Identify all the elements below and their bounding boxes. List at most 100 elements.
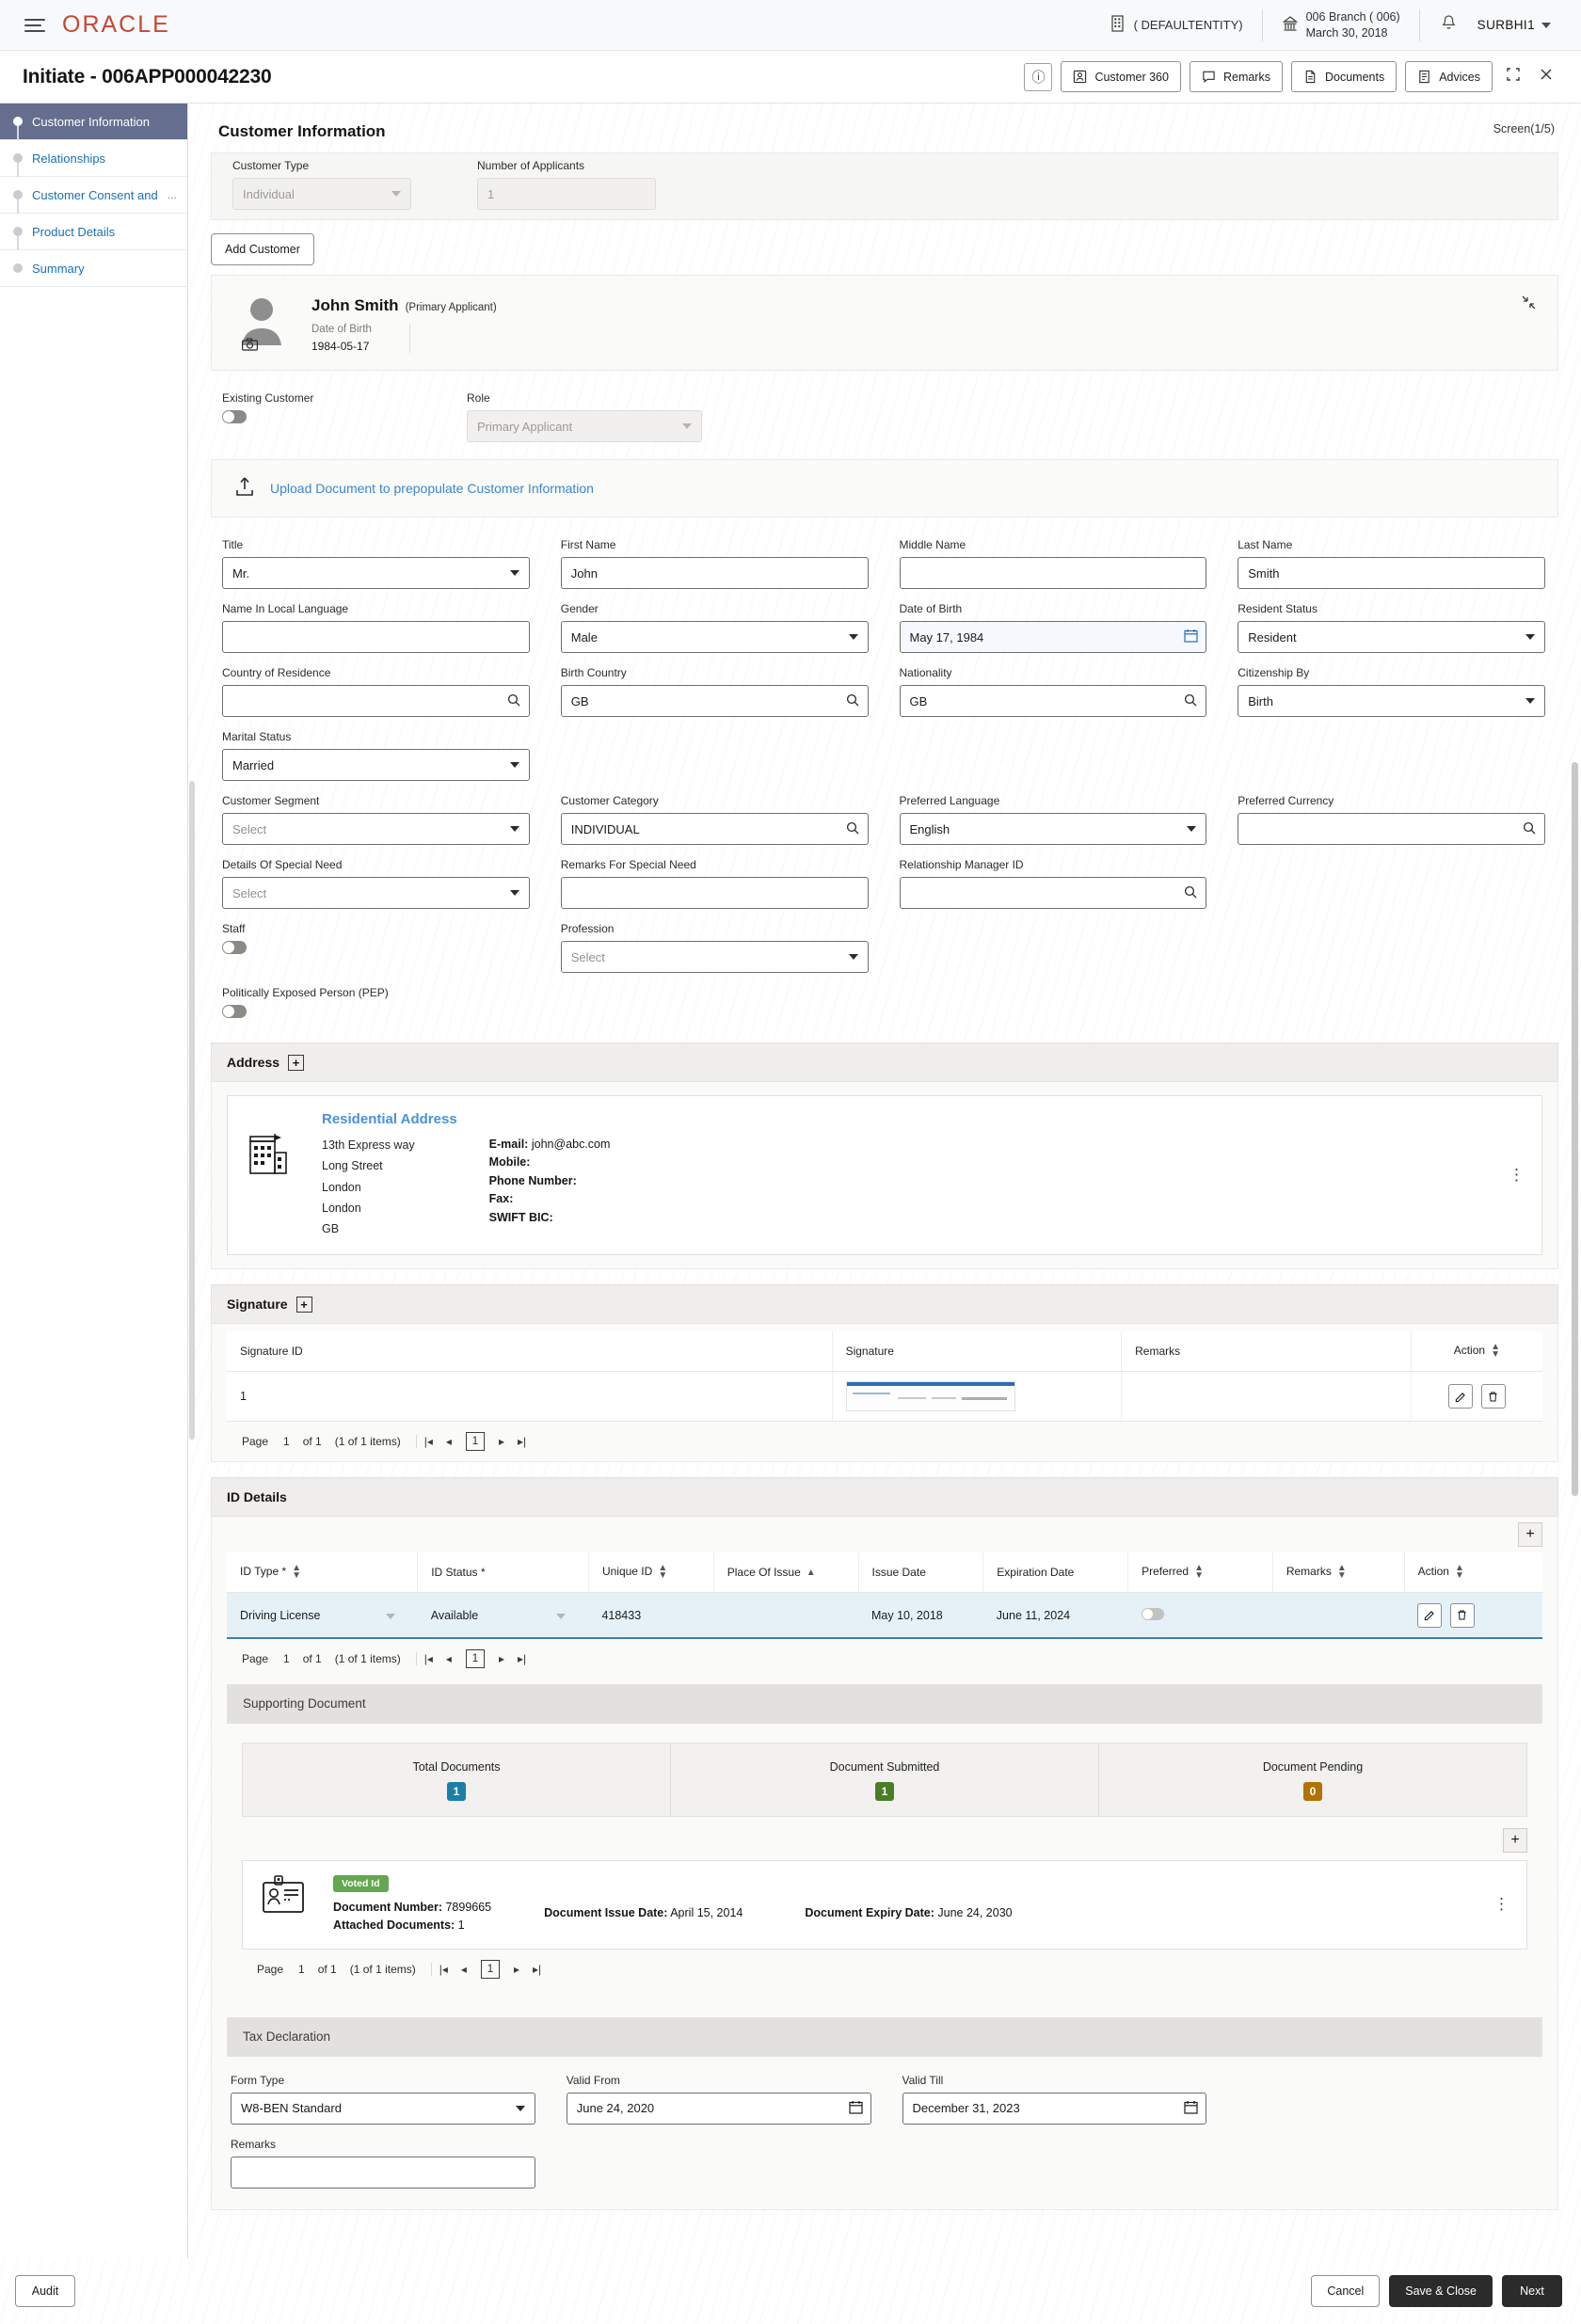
entity-selector[interactable]: ( DEFAULTENTITY) xyxy=(1093,15,1262,35)
close-icon[interactable] xyxy=(1534,67,1558,87)
calendar-icon[interactable] xyxy=(848,2100,863,2117)
search-icon[interactable] xyxy=(846,693,859,709)
last-page-icon[interactable]: ▸| xyxy=(511,1435,533,1448)
sidebar-item-customer-information[interactable]: Customer Information xyxy=(0,103,187,158)
remarks-button[interactable]: Remarks xyxy=(1189,61,1283,92)
next-page-icon[interactable]: ▸ xyxy=(492,1435,511,1448)
staff-toggle[interactable] xyxy=(222,941,247,954)
prev-page-icon[interactable]: ◂ xyxy=(439,1435,458,1448)
first-page-icon[interactable]: |◂ xyxy=(415,1651,439,1665)
sidebar-item-summary[interactable]: Summary xyxy=(0,250,187,287)
cell-id-type[interactable]: Driving License xyxy=(227,1592,418,1639)
middle-name-input[interactable] xyxy=(899,557,1207,589)
edit-icon[interactable] xyxy=(1448,1384,1474,1409)
preferred-language-select[interactable]: English xyxy=(899,813,1207,845)
delete-icon[interactable] xyxy=(1480,1384,1506,1409)
save-and-close-button[interactable]: Save & Close xyxy=(1389,2275,1493,2307)
preferred-toggle[interactable] xyxy=(1141,1607,1164,1620)
page-scrollbar[interactable] xyxy=(1572,113,1578,2258)
nationality-input[interactable]: GB xyxy=(899,685,1207,717)
next-page-icon[interactable]: ▸ xyxy=(492,1652,511,1665)
user-menu[interactable]: SURBHI1 xyxy=(1477,18,1557,32)
pager-current[interactable]: 1 xyxy=(480,1959,500,1979)
kebab-menu-icon[interactable]: ⋮ xyxy=(1493,1896,1509,1911)
search-icon[interactable] xyxy=(507,693,520,709)
cell-remarks[interactable] xyxy=(1272,1592,1405,1639)
sidebar-item-relationships[interactable]: Relationships xyxy=(0,140,187,195)
relationship-manager-id-input[interactable] xyxy=(899,877,1207,909)
sidebar-item-customer-consent[interactable]: Customer Consent and ... xyxy=(0,177,187,231)
upload-document-panel[interactable]: Upload Document to prepopulate Customer … xyxy=(211,459,1558,517)
preferred-currency-input[interactable] xyxy=(1238,813,1545,845)
search-icon[interactable] xyxy=(1523,821,1536,837)
sort-icon[interactable]: ▲ ▼ xyxy=(1337,1564,1347,1581)
valid-from-input[interactable]: June 24, 2020 xyxy=(566,2092,871,2125)
remarks-special-need-input[interactable] xyxy=(560,877,869,909)
hamburger-icon[interactable] xyxy=(24,18,45,32)
add-address-icon[interactable]: + xyxy=(288,1054,305,1071)
avatar[interactable] xyxy=(232,293,291,352)
bell-icon[interactable] xyxy=(1420,14,1477,36)
customer-360-button[interactable]: Customer 360 xyxy=(1061,61,1181,92)
existing-customer-toggle[interactable] xyxy=(222,410,247,423)
pep-toggle[interactable] xyxy=(222,1005,247,1018)
customer-type-select[interactable]: Individual xyxy=(232,178,411,210)
date-of-birth-input[interactable]: May 17, 1984 xyxy=(899,621,1207,653)
first-page-icon[interactable]: |◂ xyxy=(415,1435,439,1449)
next-page-icon[interactable]: ▸ xyxy=(507,1963,526,1976)
sort-icon[interactable]: ▲ ▼ xyxy=(1455,1564,1464,1581)
cell-issue-date[interactable]: May 10, 2018 xyxy=(858,1592,983,1639)
sort-icon[interactable]: ▲ ▼ xyxy=(658,1564,667,1581)
edit-icon[interactable] xyxy=(1417,1602,1443,1628)
collapse-icon[interactable] xyxy=(1521,294,1537,315)
sort-icon[interactable]: ▲ xyxy=(806,1568,816,1578)
gender-select[interactable]: Male xyxy=(560,621,869,653)
marital-status-select[interactable]: Married xyxy=(222,749,530,781)
cell-unique-id[interactable]: 418433 xyxy=(588,1592,714,1639)
customer-segment-select[interactable]: Select xyxy=(222,813,530,845)
prev-page-icon[interactable]: ◂ xyxy=(439,1652,458,1665)
branch-selector[interactable]: 006 Branch ( 006) March 30, 2018 xyxy=(1263,9,1419,41)
calendar-icon[interactable] xyxy=(1184,629,1198,645)
upload-document-link[interactable]: Upload Document to prepopulate Customer … xyxy=(270,481,594,496)
name-local-language-input[interactable] xyxy=(222,621,530,653)
expand-icon[interactable] xyxy=(1501,67,1525,87)
add-supporting-document-icon[interactable]: + xyxy=(1503,1827,1527,1853)
tax-remarks-input[interactable] xyxy=(231,2156,535,2189)
cell-place-of-issue[interactable] xyxy=(713,1592,858,1639)
pager-current[interactable]: 1 xyxy=(465,1432,485,1452)
citizenship-by-select[interactable]: Birth xyxy=(1238,685,1545,717)
kebab-menu-icon[interactable]: ⋮ xyxy=(1509,1167,1525,1182)
form-type-select[interactable]: W8-BEN Standard xyxy=(231,2092,535,2125)
country-of-residence-input[interactable] xyxy=(222,685,530,717)
camera-icon[interactable] xyxy=(242,338,259,356)
add-customer-button[interactable]: Add Customer xyxy=(211,233,314,265)
birth-country-input[interactable]: GB xyxy=(560,685,869,717)
advices-button[interactable]: Advices xyxy=(1405,61,1493,92)
sort-icon[interactable]: ▲ ▼ xyxy=(1491,1343,1500,1360)
first-name-input[interactable]: John xyxy=(560,557,869,589)
audit-button[interactable]: Audit xyxy=(15,2275,75,2307)
customer-category-input[interactable]: INDIVIDUAL xyxy=(560,813,869,845)
profession-select[interactable]: Select xyxy=(560,941,869,973)
first-page-icon[interactable]: |◂ xyxy=(430,1962,455,1976)
pager-current[interactable]: 1 xyxy=(465,1648,485,1668)
number-of-applicants-input[interactable]: 1 xyxy=(477,178,656,210)
sort-icon[interactable]: ▲ ▼ xyxy=(1194,1564,1204,1581)
search-icon[interactable] xyxy=(846,821,859,837)
prev-page-icon[interactable]: ◂ xyxy=(455,1963,473,1976)
sidebar-item-product-details[interactable]: Product Details xyxy=(0,214,187,268)
resident-status-select[interactable]: Resident xyxy=(1238,621,1545,653)
cell-expiration-date[interactable]: June 11, 2024 xyxy=(982,1592,1128,1639)
delete-icon[interactable] xyxy=(1449,1602,1475,1628)
last-page-icon[interactable]: ▸| xyxy=(511,1652,533,1665)
sort-icon[interactable]: ▲ ▼ xyxy=(292,1564,301,1581)
documents-button[interactable]: Documents xyxy=(1290,61,1397,92)
last-page-icon[interactable]: ▸| xyxy=(526,1963,548,1976)
calendar-icon[interactable] xyxy=(1184,2100,1198,2117)
search-icon[interactable] xyxy=(1184,693,1197,709)
cell-id-status[interactable]: Available xyxy=(417,1592,589,1639)
add-id-detail-icon[interactable]: + xyxy=(1518,1522,1542,1548)
valid-till-input[interactable]: December 31, 2023 xyxy=(902,2092,1207,2125)
info-icon[interactable]: ⓘ xyxy=(1024,62,1053,91)
